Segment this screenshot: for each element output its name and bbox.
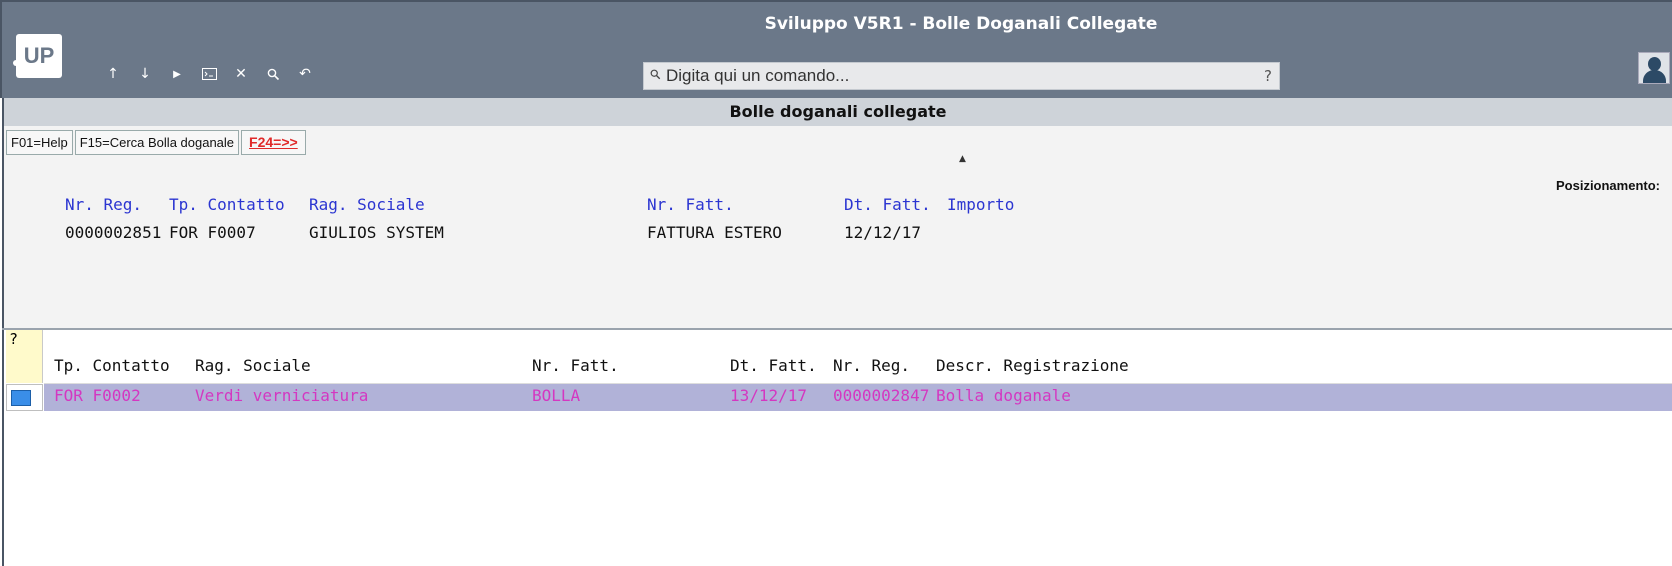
app-logo[interactable]: UP	[13, 34, 62, 78]
header-panel: Bolle doganali collegate F01=Help F15=Ce…	[2, 98, 1672, 328]
col-descr[interactable]: Descr. Registrazione	[936, 356, 1129, 375]
arrow-up-icon[interactable]: ↑	[97, 64, 129, 84]
grid-header: Tp. Contatto Rag. Sociale Nr. Fatt. Dt. …	[44, 330, 1672, 384]
close-icon[interactable]: ✕	[225, 64, 257, 84]
f15-search-button[interactable]: F15=Cerca Bolla doganale	[74, 130, 240, 155]
val-rag-sociale: GIULIOS SYSTEM	[309, 223, 444, 242]
row-select-checkbox[interactable]	[6, 384, 43, 411]
col-nr-fatt[interactable]: Nr. Fatt.	[532, 356, 619, 375]
val-nr-fatt: FATTURA ESTERO	[647, 223, 782, 242]
terminal-icon[interactable]	[193, 64, 225, 84]
logo-dot	[13, 60, 19, 66]
cell-nr-reg: 0000002847	[833, 386, 930, 405]
user-avatar[interactable]	[1638, 52, 1670, 84]
col-tp-contatto[interactable]: Tp. Contatto	[54, 356, 170, 375]
command-placeholder: Digita qui un comando...	[666, 66, 850, 85]
hdr-rag-sociale: Rag. Sociale	[309, 195, 425, 214]
window-title: Sviluppo V5R1 - Bolle Doganali Collegate	[764, 14, 1158, 34]
hdr-tp-contatto: Tp. Contatto	[169, 195, 285, 214]
cell-dt-fatt: 13/12/17	[730, 386, 808, 405]
function-keys: F01=Help F15=Cerca Bolla doganale F24=>>	[6, 130, 306, 155]
cell-tp-contatto: FOR F0002	[54, 386, 141, 405]
search-icon[interactable]	[257, 64, 289, 84]
cell-descr: Bolla doganale	[936, 386, 1071, 405]
col-dt-fatt[interactable]: Dt. Fatt.	[730, 356, 817, 375]
hdr-importo: Importo	[947, 195, 1015, 214]
command-input[interactable]: Digita qui un comando... ?	[643, 62, 1280, 90]
col-rag-sociale[interactable]: Rag. Sociale	[195, 356, 311, 375]
val-dt-fatt: 12/12/17	[844, 223, 922, 242]
table-row[interactable]: FOR F0002 Verdi verniciatura BOLLA 13/12…	[44, 384, 1672, 411]
help-icon[interactable]: ?	[1257, 67, 1279, 85]
f24-more-button[interactable]: F24=>>	[241, 130, 306, 155]
play-icon[interactable]: ▶	[161, 64, 193, 84]
results-grid: ? Tp. Contatto Rag. Sociale Nr. Fatt. Dt…	[2, 330, 1672, 566]
cell-nr-fatt: BOLLA	[532, 386, 581, 405]
val-tp-contatto: FOR F0007	[169, 223, 256, 242]
page-title: Bolle doganali collegate	[4, 98, 1672, 126]
hdr-dt-fatt: Dt. Fatt.	[844, 195, 931, 214]
f01-help-button[interactable]: F01=Help	[6, 130, 73, 155]
val-nr-reg: 0000002851	[65, 223, 162, 242]
search-icon	[644, 69, 666, 84]
cell-rag-sociale: Verdi verniciatura	[195, 386, 369, 405]
row-select-box	[11, 390, 31, 406]
avatar-head	[1648, 57, 1661, 71]
collapse-caret-icon[interactable]: ▲	[959, 154, 966, 164]
grid-help-cell[interactable]: ?	[6, 330, 43, 383]
avatar-body	[1643, 70, 1666, 83]
positioning-label: Posizionamento:	[1555, 178, 1660, 193]
hdr-nr-fatt: Nr. Fatt.	[647, 195, 734, 214]
col-nr-reg[interactable]: Nr. Reg.	[833, 356, 910, 375]
arrow-down-icon[interactable]: ↓	[129, 64, 161, 84]
undo-icon[interactable]: ↶	[289, 64, 321, 84]
top-bar: Sviluppo V5R1 - Bolle Doganali Collegate…	[0, 0, 1672, 98]
toolbar: ↑ ↓ ▶ ✕ ↶	[97, 64, 321, 84]
logo-text: UP	[23, 43, 55, 68]
hdr-nr-reg: Nr. Reg.	[65, 195, 143, 214]
